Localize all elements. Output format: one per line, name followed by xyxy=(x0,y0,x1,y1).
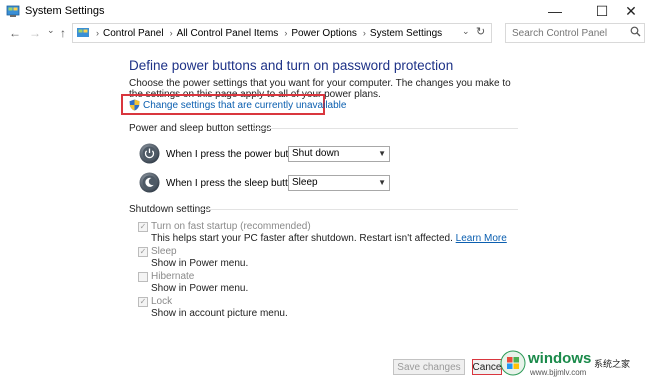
shield-icon xyxy=(129,99,140,111)
control-panel-small-icon xyxy=(77,28,89,37)
save-changes-button[interactable]: Save changes xyxy=(393,359,465,375)
sleep-description: Show in Power menu. xyxy=(151,258,249,269)
refresh-icon[interactable]: ↻ xyxy=(476,25,485,38)
power-group-title: Power and sleep button settings xyxy=(129,123,272,134)
window-title: System Settings xyxy=(25,5,105,17)
breadcrumb-separator-icon: › xyxy=(169,28,173,38)
shutdown-group-divider xyxy=(200,209,518,210)
minimize-button[interactable]: — xyxy=(536,0,574,22)
recent-locations-icon[interactable]: ⌄ xyxy=(47,25,55,36)
breadcrumb-all-items[interactable]: All Control Panel Items xyxy=(173,28,279,39)
sleep-checkbox[interactable]: ✓ xyxy=(138,247,148,257)
search-icon[interactable] xyxy=(630,26,641,37)
power-button-label: When I press the power button: xyxy=(166,149,305,160)
fast-startup-label: Turn on fast startup (recommended) xyxy=(151,221,311,232)
breadcrumb-power-options[interactable]: Power Options xyxy=(287,28,357,39)
back-arrow-icon[interactable]: ← xyxy=(9,26,21,40)
address-dropdown-icon[interactable]: ⌄ xyxy=(462,26,470,37)
sleep-label: Sleep xyxy=(151,246,177,257)
main-content: Define power buttons and turn on passwor… xyxy=(0,44,650,380)
change-settings-link[interactable]: Change settings that are currently unava… xyxy=(143,100,346,111)
navigation-bar: ← → ⌄ ↑ › Control Panel › All Control Pa… xyxy=(0,22,650,44)
watermark-url: www.bjjmlv.com xyxy=(530,368,587,377)
hibernate-label: Hibernate xyxy=(151,271,195,282)
shutdown-group-title: Shutdown settings xyxy=(129,204,211,215)
sleep-button-label: When I press the sleep button: xyxy=(166,178,302,189)
breadcrumb-system-settings[interactable]: System Settings xyxy=(366,28,442,39)
lock-label: Lock xyxy=(151,296,173,307)
page-title: Define power buttons and turn on passwor… xyxy=(129,58,454,73)
power-button-value: Shut down xyxy=(292,148,340,159)
power-button-select[interactable]: Shut down ▼ xyxy=(288,146,390,162)
close-button[interactable]: ✕ xyxy=(612,0,650,22)
lock-checkbox[interactable]: ✓ xyxy=(138,297,148,307)
hibernate-checkbox[interactable] xyxy=(138,272,148,282)
title-bar: System Settings — ☐ ✕ xyxy=(0,0,650,22)
lock-description: Show in account picture menu. xyxy=(151,308,288,319)
watermark-text: windows xyxy=(528,350,592,367)
power-group-divider xyxy=(252,128,518,129)
address-bar[interactable]: › Control Panel › All Control Panel Item… xyxy=(72,23,492,43)
up-arrow-icon[interactable]: ↑ xyxy=(60,26,66,40)
hibernate-description: Show in Power menu. xyxy=(151,283,249,294)
breadcrumb-control-panel[interactable]: Control Panel xyxy=(99,28,164,39)
watermark-logo-icon xyxy=(500,350,526,376)
sleep-button-select[interactable]: Sleep ▼ xyxy=(288,175,390,191)
chevron-down-icon: ▼ xyxy=(378,149,386,158)
breadcrumb-separator-icon: › xyxy=(362,28,366,38)
forward-arrow-icon[interactable]: → xyxy=(29,26,41,40)
power-button-icon xyxy=(139,143,160,164)
search-input[interactable] xyxy=(505,23,645,43)
sleep-button-icon xyxy=(139,172,160,193)
watermark-subtext: 系统之家 xyxy=(594,359,631,369)
chevron-down-icon: ▼ xyxy=(378,178,386,187)
fast-startup-description: This helps start your PC faster after sh… xyxy=(151,233,507,244)
fast-startup-checkbox[interactable]: ✓ xyxy=(138,222,148,232)
learn-more-link[interactable]: Learn More xyxy=(456,233,507,244)
sleep-button-value: Sleep xyxy=(292,177,318,188)
cancel-button[interactable]: Cance xyxy=(472,359,502,375)
breadcrumb-separator-icon: › xyxy=(96,28,99,38)
control-panel-icon xyxy=(6,5,20,17)
breadcrumb-separator-icon: › xyxy=(284,28,288,38)
